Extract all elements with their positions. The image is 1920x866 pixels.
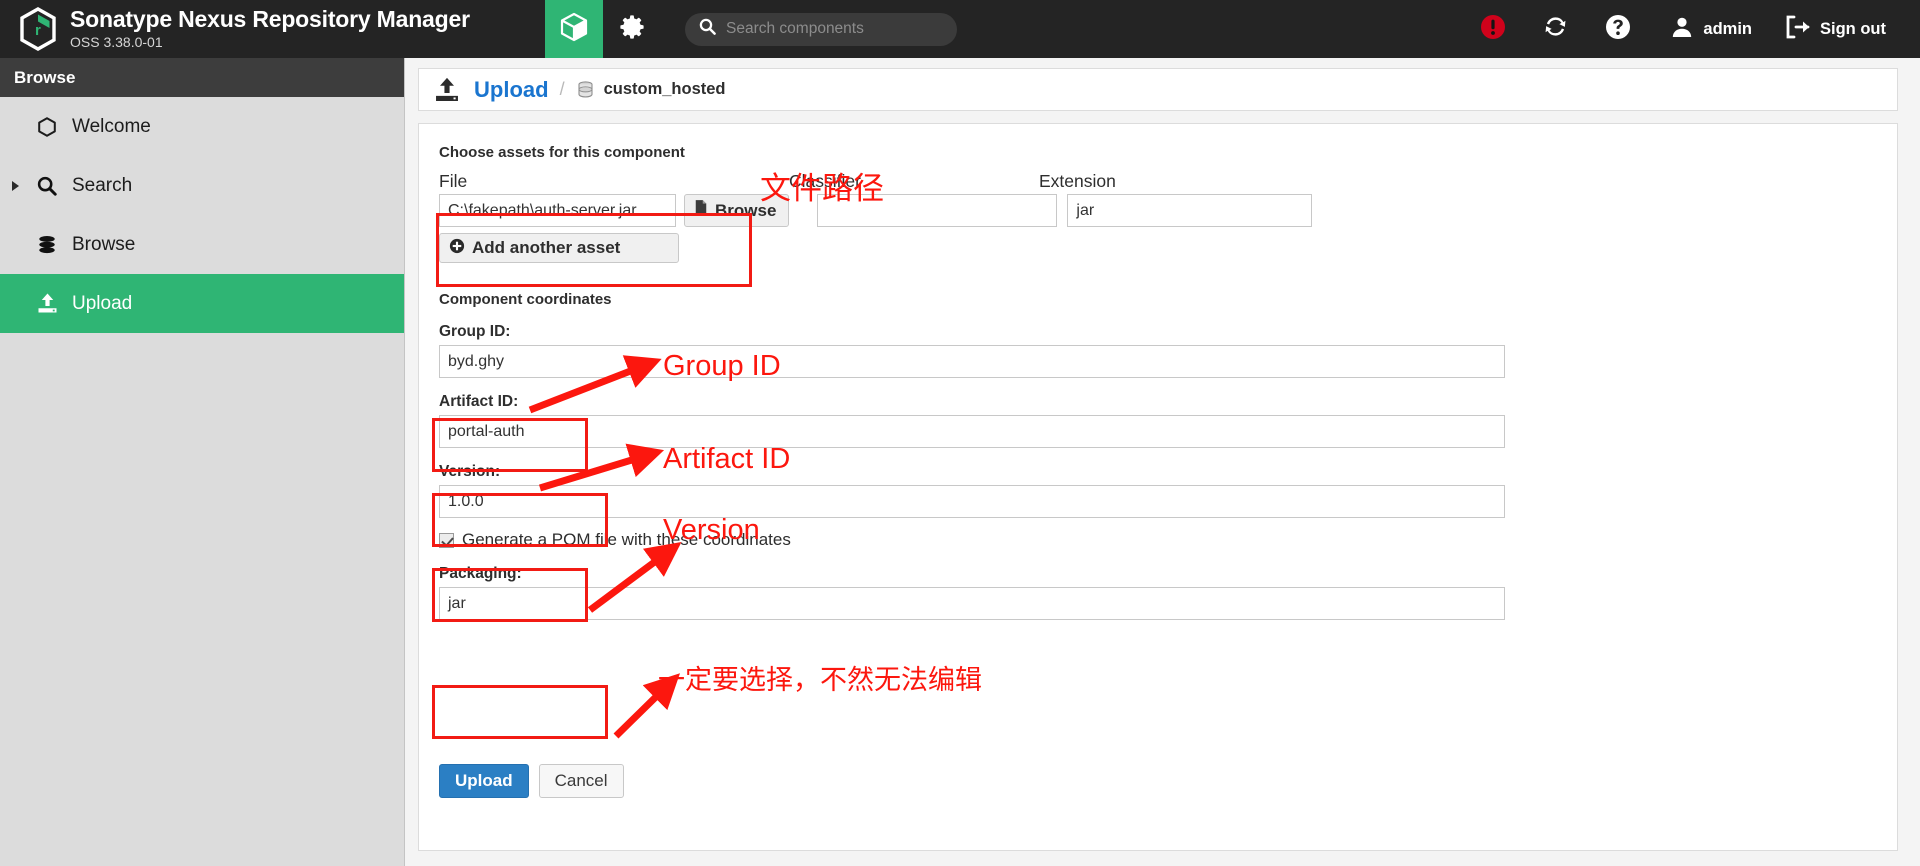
gear-icon [619,14,645,45]
packaging-input[interactable]: jar [439,587,1505,620]
sidebar-title: Browse [0,58,404,97]
file-column-label: File [439,171,468,191]
database-icon [34,232,60,258]
packaging-label: Packaging: [439,565,522,582]
global-search-box[interactable]: Search components [685,12,957,46]
cube-icon [560,12,588,47]
database-icon [576,79,595,100]
sidebar-item-search[interactable]: Search [0,156,404,215]
sidebar-item-label: Welcome [72,115,151,137]
extension-column-label: Extension [1039,171,1116,191]
upload-form-panel: Choose assets for this component File Cl… [418,123,1898,851]
asset-fields-row: C:\fakepath\auth-server.jar Browse jar [439,194,1877,227]
version-label: Version: [439,463,501,480]
artifact-id-label: Artifact ID: [439,393,519,410]
generate-pom-row[interactable]: Generate a POM file with these coordinat… [439,530,1877,550]
signout-icon [1785,15,1811,44]
sidebar-item-label: Search [72,174,133,196]
extension-input[interactable]: jar [1067,194,1313,227]
form-actions: Upload Cancel [439,764,624,798]
repository-cube-button[interactable] [545,0,603,58]
browse-button[interactable]: Browse [684,194,790,227]
alert-circle-icon [1480,14,1506,45]
add-asset-label: Add another asset [472,238,621,257]
classifier-input[interactable] [817,194,1058,227]
help-circle-icon [1605,14,1631,45]
header-actions: admin Sign out [1462,0,1920,58]
classifier-column-label: Classifier [789,171,861,191]
generate-pom-checkbox[interactable] [439,532,454,548]
group-id-input[interactable]: byd.ghy [439,345,1505,378]
hexagon-icon [34,114,60,140]
sidebar-item-label: Upload [72,292,133,314]
brand-subtitle: OSS 3.38.0-01 [70,34,163,50]
file-icon [694,199,708,222]
add-another-asset-button[interactable]: Add another asset [439,233,679,263]
breadcrumb: Upload / custom_hosted [418,68,1898,111]
group-id-label: Group ID: [439,323,511,340]
breadcrumb-title[interactable]: Upload [474,77,549,103]
help-button[interactable] [1587,0,1649,58]
global-search-input[interactable]: Search components [726,20,864,38]
plus-circle-icon [449,238,465,259]
refresh-icon [1542,13,1569,45]
coordinates-section-label: Component coordinates [439,291,612,308]
brand: r Sonatype Nexus Repository Manager OSS … [0,0,545,58]
upload-button[interactable]: Upload [439,764,529,798]
app-header: r Sonatype Nexus Repository Manager OSS … [0,0,1920,58]
asset-column-headers: File Classifier Extension [439,171,1877,192]
upload-icon [432,76,462,104]
nexus-logo-icon: r [18,7,58,51]
breadcrumb-repository: custom_hosted [603,80,726,98]
search-icon [34,173,60,199]
sidebar: Browse Welcome Search Browse Upload [0,58,405,866]
breadcrumb-separator: / [559,79,565,99]
user-menu[interactable]: admin [1649,0,1764,58]
search-icon [699,18,716,40]
sidebar-item-label: Browse [72,233,136,255]
admin-gear-button[interactable] [603,0,661,58]
svg-text:r: r [35,22,41,39]
cancel-button[interactable]: Cancel [538,764,624,798]
upload-icon [34,291,60,317]
content-area: Upload / custom_hosted Choose assets for… [406,58,1920,866]
chevron-right-icon[interactable] [12,180,19,191]
brand-title: Sonatype Nexus Repository Manager [70,6,470,32]
browse-button-label: Browse [715,200,777,220]
user-name-label: admin [1703,19,1753,38]
refresh-button[interactable] [1524,0,1587,58]
generate-pom-label: Generate a POM file with these coordinat… [462,530,791,549]
file-input[interactable]: C:\fakepath\auth-server.jar [439,194,676,227]
assets-section-label: Choose assets for this component [439,144,685,161]
user-icon [1670,15,1694,44]
sidebar-item-welcome[interactable]: Welcome [0,97,404,156]
artifact-id-input[interactable]: portal-auth [439,415,1505,448]
version-input[interactable]: 1.0.0 [439,485,1505,518]
alert-button[interactable] [1462,0,1524,58]
signout-label: Sign out [1820,19,1886,38]
sidebar-item-browse[interactable]: Browse [0,215,404,274]
signout-button[interactable]: Sign out [1764,0,1898,58]
sidebar-item-upload[interactable]: Upload [0,274,404,333]
